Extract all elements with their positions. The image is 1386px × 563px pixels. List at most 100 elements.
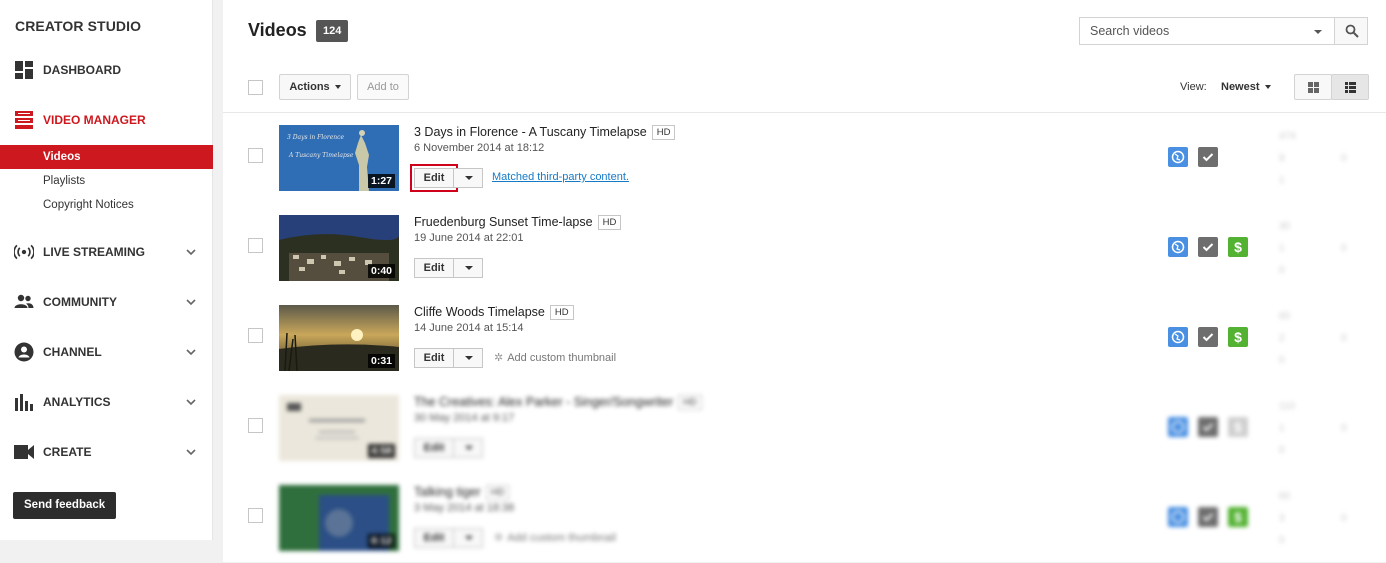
magic-wand-icon: ✲ — [494, 532, 504, 544]
search-icon — [1345, 24, 1359, 38]
caret-down-icon — [465, 446, 473, 450]
edit-dropdown-button[interactable] — [453, 438, 483, 458]
video-thumbnail[interactable]: 4:58 — [279, 395, 399, 461]
add-custom-thumbnail-link[interactable]: ✲ Add custom thumbnail — [494, 351, 616, 364]
edit-button[interactable]: Edit — [414, 438, 454, 458]
subnav-copyright-notices[interactable]: Copyright Notices — [0, 193, 213, 217]
monetization-dollar-icon[interactable]: $ — [1228, 417, 1248, 437]
nav-video-manager-label: VIDEO MANAGER — [43, 113, 146, 127]
add-custom-thumbnail-label: Add custom thumbnail — [507, 532, 617, 544]
grid-view-button[interactable] — [1294, 74, 1332, 100]
chevron-down-icon — [186, 399, 196, 406]
checkmark-icon[interactable] — [1198, 327, 1218, 347]
video-duration: 0:40 — [367, 264, 395, 278]
likes-stat: 9 — [1279, 153, 1285, 164]
edit-dropdown-button[interactable] — [453, 348, 483, 368]
nav-create[interactable]: CREATE — [0, 440, 213, 464]
edit-button[interactable]: Edit — [414, 258, 454, 278]
video-title[interactable]: 3 Days in Florence - A Tuscany Timelapse… — [414, 125, 676, 140]
public-globe-icon[interactable] — [1168, 417, 1188, 437]
subnav-videos[interactable]: Videos — [0, 145, 213, 169]
svg-text:$: $ — [1234, 239, 1242, 255]
chevron-down-icon — [186, 299, 196, 306]
likes-stat-value: 1 — [1279, 423, 1285, 434]
chevron-down-icon — [186, 449, 196, 456]
caret-down-icon — [465, 356, 473, 360]
dislikes-stat-value: 0 — [1341, 513, 1347, 524]
subnav-playlists[interactable]: Playlists — [0, 169, 213, 193]
monetization-dollar-icon[interactable]: $ — [1228, 507, 1248, 527]
svg-text:$: $ — [1234, 509, 1242, 525]
public-globe-icon[interactable] — [1168, 237, 1188, 257]
send-feedback-button[interactable]: Send feedback — [13, 492, 117, 519]
video-title[interactable]: Talking tiger HD — [414, 485, 510, 500]
matched-content-link[interactable]: Matched third-party content. — [492, 171, 629, 183]
checkmark-icon[interactable] — [1198, 417, 1218, 437]
add-to-button[interactable]: Add to — [357, 74, 409, 100]
row-checkbox[interactable] — [248, 328, 263, 343]
video-title[interactable]: The Creatives: Alex Parker - Singer/Song… — [414, 395, 702, 410]
row-checkbox[interactable] — [248, 418, 263, 433]
views-stat-value: 30 — [1279, 221, 1291, 232]
nav-video-manager[interactable]: VIDEO MANAGER — [0, 108, 213, 132]
edit-dropdown-button[interactable] — [453, 258, 483, 278]
public-globe-icon[interactable] — [1168, 147, 1188, 167]
edit-button[interactable]: Edit — [414, 348, 454, 368]
caret-down-icon — [465, 266, 473, 270]
video-thumbnail[interactable]: 3 Days in Florence A Tuscany Timelapse 1:… — [279, 125, 399, 191]
actions-label: Actions — [289, 81, 330, 93]
video-thumbnail[interactable]: 0:31 — [279, 305, 399, 371]
video-title[interactable]: Cliffe Woods Timelapse HD — [414, 305, 574, 320]
comments-stat-value: 0 — [1279, 355, 1285, 366]
search-button[interactable] — [1334, 17, 1368, 45]
public-globe-icon[interactable] — [1168, 507, 1188, 527]
row-checkbox[interactable] — [248, 238, 263, 253]
video-title[interactable]: Fruedenburg Sunset Time-lapse HD — [414, 215, 622, 230]
caret-down-icon — [1264, 85, 1271, 90]
views-stat: 474 — [1279, 131, 1296, 142]
edit-button[interactable]: Edit — [410, 164, 458, 192]
video-thumbnail[interactable]: 0:12 — [279, 485, 399, 551]
nav-channel[interactable]: CHANNEL — [0, 340, 213, 364]
row-checkbox[interactable] — [248, 508, 263, 523]
checkmark-icon[interactable] — [1198, 507, 1218, 527]
edit-dropdown-button[interactable] — [453, 528, 483, 548]
edit-button[interactable]: Edit — [414, 528, 454, 548]
nav-dashboard[interactable]: DASHBOARD — [0, 58, 213, 82]
comments-stat: 0 — [1279, 265, 1285, 276]
caret-down-icon — [465, 536, 473, 540]
sort-select[interactable]: Newest — [1221, 81, 1271, 93]
views-stat: 30 — [1279, 221, 1290, 232]
likes-stat: 3 — [1279, 513, 1285, 524]
nav-community-label: COMMUNITY — [43, 295, 117, 309]
nav-live-streaming[interactable]: LIVE STREAMING — [0, 240, 213, 264]
likes-stat: 1 — [1279, 243, 1285, 254]
views-stat: 110 — [1279, 401, 1295, 412]
video-count-badge: 124 — [316, 20, 349, 42]
channel-icon — [14, 342, 34, 362]
nav-community[interactable]: COMMUNITY — [0, 290, 213, 314]
select-all-checkbox[interactable] — [248, 80, 263, 95]
checkmark-icon[interactable] — [1198, 147, 1218, 167]
brand-title: CREATOR STUDIO — [15, 18, 142, 34]
edit-dropdown-button[interactable] — [453, 168, 483, 188]
video-date: 30 May 2014 at 9:17 — [414, 412, 515, 424]
community-icon — [14, 294, 34, 308]
public-globe-icon[interactable] — [1168, 327, 1188, 347]
actions-button[interactable]: Actions — [279, 74, 351, 100]
video-thumbnail[interactable]: 0:40 — [279, 215, 399, 281]
monetization-dollar-icon[interactable]: $ — [1228, 327, 1248, 347]
search-dropdown-icon[interactable] — [1314, 30, 1322, 34]
monetization-dollar-icon[interactable]: $ — [1228, 237, 1248, 257]
checkmark-icon[interactable] — [1198, 237, 1218, 257]
video-duration: 4:58 — [367, 444, 395, 458]
search-input[interactable]: Search videos — [1079, 17, 1335, 45]
views-stat: 60 — [1279, 311, 1290, 322]
video-duration: 0:12 — [367, 534, 395, 548]
nav-analytics[interactable]: ANALYTICS — [0, 390, 213, 414]
list-view-button[interactable] — [1331, 74, 1369, 100]
row-checkbox[interactable] — [248, 148, 263, 163]
video-duration: 0:31 — [367, 354, 395, 368]
video-manager-icon — [15, 111, 33, 129]
add-custom-thumbnail-link[interactable]: ✲ Add custom thumbnail — [494, 531, 616, 544]
